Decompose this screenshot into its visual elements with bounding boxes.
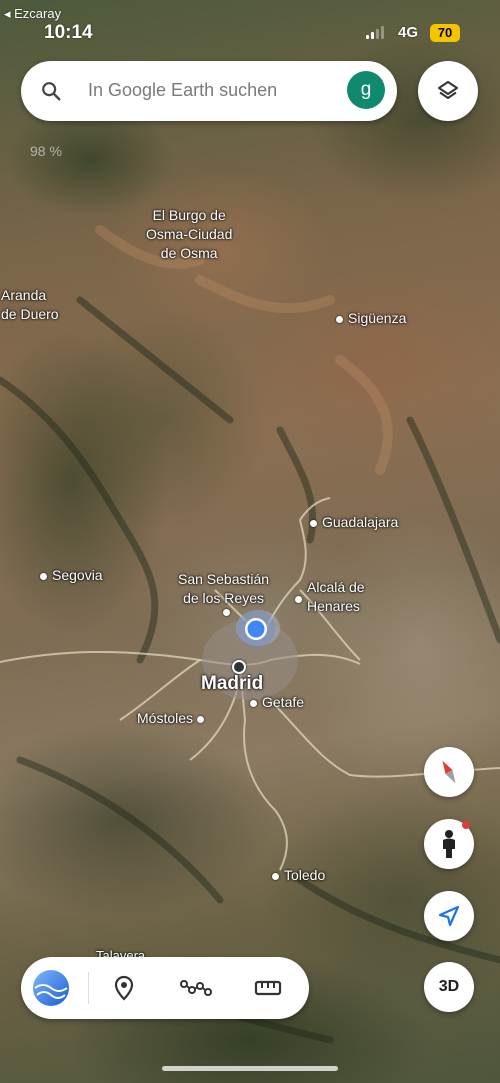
street-view-notification-dot [462,821,470,829]
layers-button[interactable] [418,61,478,121]
toolbar-divider [88,972,89,1004]
layers-icon [438,81,458,99]
place-label-alcala[interactable]: Alcalá de Henares [307,578,365,616]
search-icon[interactable] [40,80,62,102]
place-label-madrid[interactable]: Madrid [201,674,263,693]
network-type: 4G [398,24,419,41]
voyager-button[interactable] [31,968,71,1008]
place-label-aranda[interactable]: Aranda de Duero [1,286,59,324]
place-dot-alcala [295,596,302,603]
compass-button[interactable] [424,747,474,797]
place-dot [250,699,257,707]
account-avatar[interactable]: g [347,71,385,109]
place-dot-san-sebastian [223,609,230,616]
place-label-guadalajara[interactable]: Guadalajara [310,513,398,532]
my-location-button[interactable] [424,891,474,941]
voyager-icon [33,970,69,1006]
place-dot [272,872,279,880]
toggle-3d-button[interactable]: 3D [424,962,474,1012]
home-indicator[interactable] [162,1066,338,1071]
place-dot [197,715,205,723]
ruler-icon [254,980,282,996]
place-label-toledo[interactable]: Toledo [272,866,325,885]
status-bar: ◂ Ezcaray 10:14 4G 70 [0,0,500,50]
place-label-segovia[interactable]: Segovia [40,566,103,585]
place-label-el-burgo[interactable]: El Burgo de Osma-Ciudad de Osma [146,206,232,263]
capital-marker-icon [232,660,246,674]
place-dot [310,519,317,527]
back-to-app-link[interactable]: ◂ Ezcaray [4,6,61,22]
place-label-mostoles[interactable]: Móstoles [137,709,205,728]
place-dot [40,572,47,580]
battery-indicator: 70 [430,24,460,42]
signal-strength-icon [366,26,384,39]
measure-button[interactable] [248,968,288,1008]
path-tool-icon [180,980,212,996]
pegman-icon [443,830,455,858]
search-input[interactable]: In Google Earth suchen [88,80,277,101]
compass-icon [442,760,456,784]
zoom-readout: 98 % [30,143,62,159]
place-marker-icon [114,975,134,1001]
clock: 10:14 [44,22,93,43]
place-label-san-sebastian[interactable]: San Sebastián de los Reyes [178,570,269,608]
add-placemark-button[interactable] [104,968,144,1008]
place-label-siguenza[interactable]: Sigüenza [336,309,406,328]
draw-path-button[interactable] [176,968,216,1008]
place-dot [336,315,343,323]
navigation-arrow-icon [438,905,460,927]
place-label-getafe[interactable]: Getafe [250,693,304,712]
